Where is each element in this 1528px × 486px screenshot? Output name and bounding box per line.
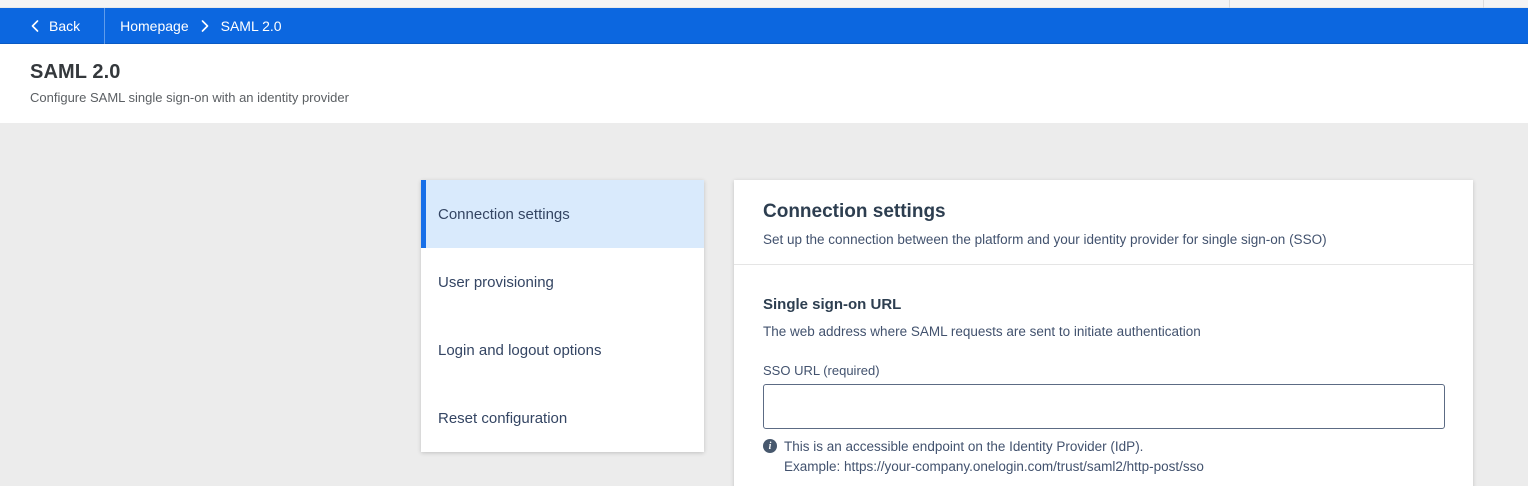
window-edge-strip: [0, 0, 1528, 8]
sidebar-item-reset-configuration[interactable]: Reset configuration: [421, 384, 704, 452]
sso-url-section: Single sign-on URL The web address where…: [734, 265, 1473, 477]
page-header: SAML 2.0 Configure SAML single sign-on w…: [0, 44, 1528, 123]
sso-url-input[interactable]: [763, 384, 1445, 429]
help-line-1: This is an accessible endpoint on the Id…: [784, 437, 1204, 457]
top-navigation-bar: Back Homepage SAML 2.0: [0, 8, 1528, 44]
sidebar-item-label: Login and logout options: [438, 342, 601, 359]
sidebar-item-label: Connection settings: [438, 206, 570, 223]
breadcrumb-homepage[interactable]: Homepage: [120, 18, 189, 34]
sidebar-item-label: User provisioning: [438, 274, 554, 291]
sso-section-title: Single sign-on URL: [763, 296, 1444, 313]
page-body: Connection settings User provisioning Lo…: [0, 123, 1528, 486]
help-line-2: Example: https://your-company.onelogin.c…: [784, 457, 1204, 477]
connection-settings-panel: Connection settings Set up the connectio…: [734, 180, 1473, 486]
panel-subtitle: Set up the connection between the platfo…: [763, 232, 1444, 247]
sidebar-item-login-logout-options[interactable]: Login and logout options: [421, 316, 704, 384]
sso-url-field-label: SSO URL (required): [763, 363, 1444, 378]
back-chevron-icon: [31, 20, 39, 32]
window-strip-divider: [1483, 0, 1484, 8]
page-title: SAML 2.0: [30, 61, 1498, 84]
panel-header: Connection settings Set up the connectio…: [734, 180, 1473, 265]
back-button[interactable]: Back: [0, 8, 104, 44]
sso-url-help-text: This is an accessible endpoint on the Id…: [784, 437, 1204, 477]
sidebar-item-label: Reset configuration: [438, 410, 567, 427]
window-strip-divider: [1229, 0, 1230, 8]
sidebar-item-connection-settings[interactable]: Connection settings: [421, 180, 704, 248]
settings-nav-sidebar: Connection settings User provisioning Lo…: [421, 180, 704, 452]
back-label: Back: [49, 18, 80, 34]
info-icon: i: [763, 439, 777, 453]
sidebar-item-user-provisioning[interactable]: User provisioning: [421, 248, 704, 316]
page-subtitle: Configure SAML single sign-on with an id…: [30, 90, 1498, 105]
sso-section-description: The web address where SAML requests are …: [763, 324, 1444, 339]
breadcrumb: Homepage SAML 2.0: [105, 18, 281, 34]
sso-url-help: i This is an accessible endpoint on the …: [763, 437, 1444, 477]
breadcrumb-chevron-icon: [201, 20, 209, 32]
breadcrumb-current-page: SAML 2.0: [221, 18, 282, 34]
panel-title: Connection settings: [763, 201, 1444, 223]
